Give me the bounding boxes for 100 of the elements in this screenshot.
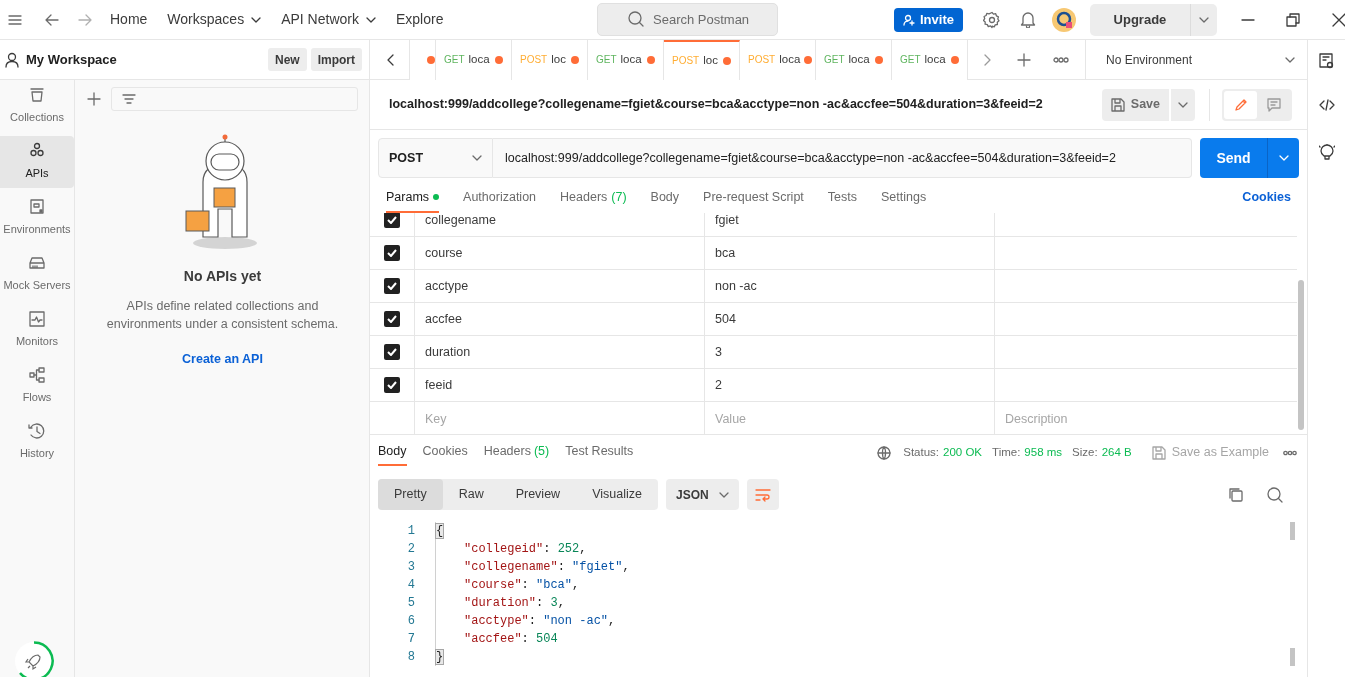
response-tab[interactable]: Body <box>378 439 407 466</box>
stat-label: Time: <box>992 444 1021 460</box>
param-key-cell: duration <box>415 336 705 368</box>
request-tab[interactable]: GET loca <box>892 39 968 80</box>
view-mode-tab[interactable]: Visualize <box>576 479 658 510</box>
chevron-left-icon[interactable] <box>387 53 395 66</box>
add-icon[interactable] <box>87 92 101 106</box>
url-field[interactable]: localhost:999/addcollege?collegename=fgiet&course=bca&acctype=non -ac&accfee=504&duration=3&feeid=2 <box>493 138 1192 178</box>
scrollbar[interactable] <box>1290 522 1295 540</box>
param-key-cell: collegename <box>415 213 705 236</box>
stat-value: 200 OK <box>943 444 983 460</box>
request-tab[interactable] <box>410 39 436 80</box>
workspace-button[interactable]: Import <box>310 48 362 71</box>
request-tab[interactable]: GET loca <box>436 39 512 80</box>
stat-value: 958 ms <box>1024 444 1063 460</box>
checkbox[interactable] <box>384 213 400 228</box>
code-line: "accfee": 504 <box>463 631 558 648</box>
scrollbar[interactable] <box>1290 648 1295 666</box>
request-section-tab[interactable]: Authorization <box>463 186 537 213</box>
globe-icon[interactable] <box>877 445 892 460</box>
request-section-tab[interactable]: Pre-request Script <box>703 186 804 213</box>
line-number: 6 <box>407 613 415 630</box>
save-button[interactable]: Save <box>1101 88 1169 121</box>
checkbox[interactable] <box>384 245 400 261</box>
menu-icon[interactable] <box>8 13 22 26</box>
request-section-tab[interactable]: Headers (7) <box>560 186 627 213</box>
chevron-down-icon <box>1198 16 1209 23</box>
sidebar-nav-item[interactable]: Monitors <box>0 304 74 356</box>
restore-icon[interactable] <box>1285 12 1300 27</box>
code-line: "collegeid": 252, <box>463 541 587 558</box>
notification-bell-icon[interactable] <box>1019 11 1036 28</box>
request-tab[interactable]: POST loc <box>512 39 588 80</box>
request-section-tab[interactable]: Tests <box>827 186 857 213</box>
request-tab[interactable]: GET loca <box>588 39 664 80</box>
close-icon[interactable] <box>1331 12 1345 27</box>
sidebar-nav-item[interactable]: Collections <box>0 80 74 132</box>
key-field[interactable]: Key <box>415 402 705 434</box>
search-icon[interactable] <box>1267 486 1283 503</box>
more-options-icon[interactable] <box>1283 449 1297 456</box>
workspace-name: My Workspace <box>26 50 117 69</box>
sidebar-nav-item[interactable]: APIs <box>0 136 74 188</box>
param-value-cell: bca <box>705 237 995 269</box>
sidebar-nav-item[interactable]: Environments <box>0 192 74 244</box>
search-field[interactable]: Search Postman <box>597 3 778 36</box>
nav-menu-item[interactable]: Explore <box>395 9 444 30</box>
param-value-cell: 3 <box>705 336 995 368</box>
checkbox[interactable] <box>384 278 400 294</box>
pulse-monitor-icon <box>28 310 46 329</box>
request-tab[interactable]: GET loca <box>816 39 892 80</box>
code-line: "duration": 3, <box>463 595 565 612</box>
stat-label: Status: <box>903 444 940 460</box>
add-tab-icon[interactable] <box>1017 52 1031 67</box>
chevron-right-icon[interactable] <box>984 53 992 66</box>
response-tab[interactable]: Cookies <box>422 439 468 466</box>
settings-icon[interactable] <box>982 10 1001 29</box>
scrollbar[interactable] <box>1298 280 1304 430</box>
upgrade-button[interactable]: Upgrade <box>1089 3 1191 36</box>
back-arrow-icon[interactable] <box>45 13 59 26</box>
request-section-tab[interactable]: Body <box>650 186 680 213</box>
more-options-icon[interactable] <box>1053 56 1069 63</box>
sidebar-nav-item[interactable]: History <box>0 416 74 468</box>
copy-icon[interactable] <box>1228 486 1244 503</box>
filter-icon <box>122 93 136 105</box>
view-mode-tab[interactable]: Preview <box>499 479 577 510</box>
invite-button[interactable]: Invite <box>894 7 963 32</box>
code-icon[interactable] <box>1318 98 1335 112</box>
nav-menu-item[interactable]: Workspaces <box>167 9 262 30</box>
check-icon <box>387 381 397 389</box>
lightbulb-icon[interactable] <box>1318 144 1335 162</box>
sidebar-nav-item[interactable]: Flows <box>0 360 74 412</box>
workspace-button[interactable]: New <box>267 48 307 71</box>
format-dropdown[interactable]: JSON <box>665 479 739 510</box>
checkbox[interactable] <box>384 311 400 327</box>
avatar-icon[interactable] <box>1051 7 1076 32</box>
documentation-icon[interactable] <box>1318 53 1335 69</box>
value-field[interactable]: Value <box>705 402 995 434</box>
check-icon <box>387 216 397 224</box>
response-tab[interactable]: Test Results <box>565 439 634 466</box>
checkbox[interactable] <box>384 344 400 360</box>
cookies-link[interactable]: Cookies <box>1242 188 1291 213</box>
create-api-link[interactable]: Create an API <box>182 350 263 369</box>
description-field[interactable]: Description <box>995 402 1297 434</box>
empty-state-description: APIs define related collections and environments under a consistent schema. <box>105 298 340 333</box>
param-key-cell: course <box>415 237 705 269</box>
response-tab[interactable]: Headers (5) <box>483 439 550 466</box>
nav-menu-item[interactable]: Home <box>110 9 148 30</box>
nav-menu-item[interactable]: API Network <box>281 9 376 30</box>
code-line: "acctype": "non -ac", <box>463 613 616 630</box>
checkbox[interactable] <box>384 377 400 393</box>
environment-dropdown[interactable]: No Environment <box>1085 39 1307 80</box>
request-section-tab[interactable]: Settings <box>881 186 927 213</box>
code-line: "course": "bca", <box>463 577 580 594</box>
view-mode-tab[interactable]: Raw <box>442 479 500 510</box>
rocket-progress-icon[interactable] <box>14 641 54 677</box>
method-dropdown[interactable]: POST <box>378 138 493 178</box>
request-tab[interactable]: POST loca <box>740 39 816 80</box>
view-mode-tab[interactable]: Pretty <box>378 479 443 510</box>
filter-field[interactable] <box>111 87 358 111</box>
sidebar-nav-item[interactable]: Mock Servers <box>0 248 74 300</box>
request-tab[interactable]: POST loc <box>664 39 740 80</box>
